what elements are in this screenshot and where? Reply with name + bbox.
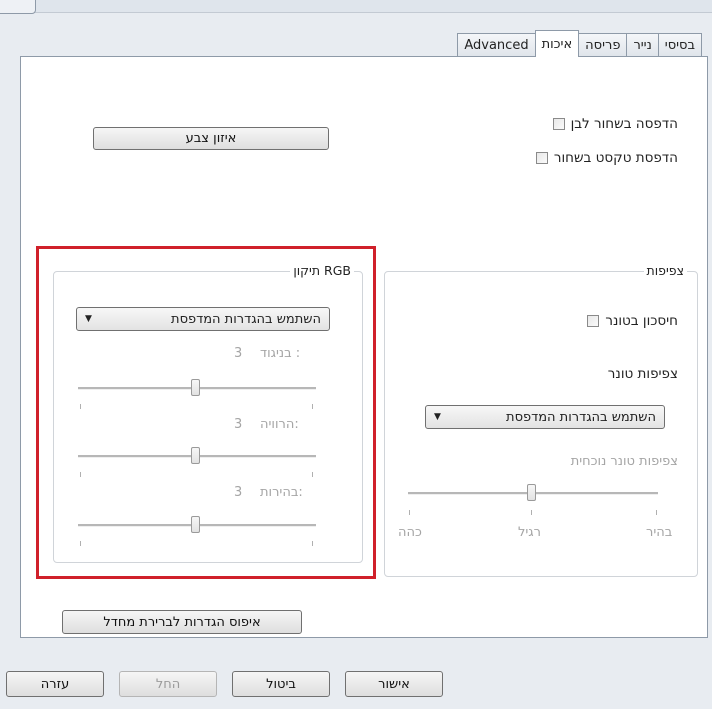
current-density-label: צפיפות טונר נוכחית [570, 454, 678, 469]
black-text-label: הדפסת טקסט בשחור [553, 150, 678, 166]
bw-print-checkbox[interactable]: הדפסה בשחור לבן [552, 116, 678, 132]
tab-paper[interactable]: נייר [626, 33, 659, 57]
rgb-highlight-frame [36, 246, 376, 579]
density-scale-dark: כהה [398, 525, 422, 540]
cancel-button[interactable]: ביטול [232, 671, 330, 697]
chevron-down-icon: ▼ [434, 412, 441, 422]
window-top-edge [0, 0, 712, 13]
toner-save-checkbox[interactable]: חיסכון בטונר [587, 313, 678, 329]
tab-quality[interactable]: איכות [534, 30, 580, 57]
black-text-box[interactable] [535, 152, 548, 164]
ok-button[interactable]: אישור [345, 671, 443, 697]
black-text-checkbox[interactable]: הדפסת טקסט בשחור [535, 150, 678, 166]
tab-bar: בסיסי נייר פריסה איכות Advanced [457, 30, 702, 57]
density-tick-right [656, 510, 657, 515]
density-select-value: השתמש בהגדרות המדפסת [506, 409, 656, 425]
bw-print-label: הדפסה בשחור לבן [570, 116, 678, 132]
density-tick-left [409, 510, 410, 515]
bw-print-box[interactable] [552, 118, 565, 130]
reset-defaults-button[interactable]: איפוס הגדרות לברירת מחדל [62, 610, 302, 634]
toner-save-label: חיסכון בטונר [605, 313, 678, 329]
tab-advanced[interactable]: Advanced [457, 33, 536, 57]
density-tick-mid [531, 510, 532, 515]
density-select[interactable]: השתמש בהגדרות המדפסת ▼ [425, 405, 665, 429]
tab-layout[interactable]: פריסה [578, 33, 628, 57]
toner-density-title: צפיפות טונר [607, 366, 678, 382]
help-button[interactable]: עזרה [6, 671, 104, 697]
density-scale-normal: רגיל [518, 525, 541, 540]
apply-button[interactable]: החל [119, 671, 217, 697]
window-corner-button[interactable] [0, 0, 36, 14]
toner-save-box[interactable] [587, 315, 600, 327]
density-scale-light: בהיר [646, 525, 673, 540]
color-balance-button[interactable]: איזון צבע [93, 127, 329, 150]
tab-basic[interactable]: בסיסי [657, 33, 702, 57]
density-slider-thumb[interactable] [527, 484, 536, 501]
density-legend: צפיפות [643, 263, 687, 278]
